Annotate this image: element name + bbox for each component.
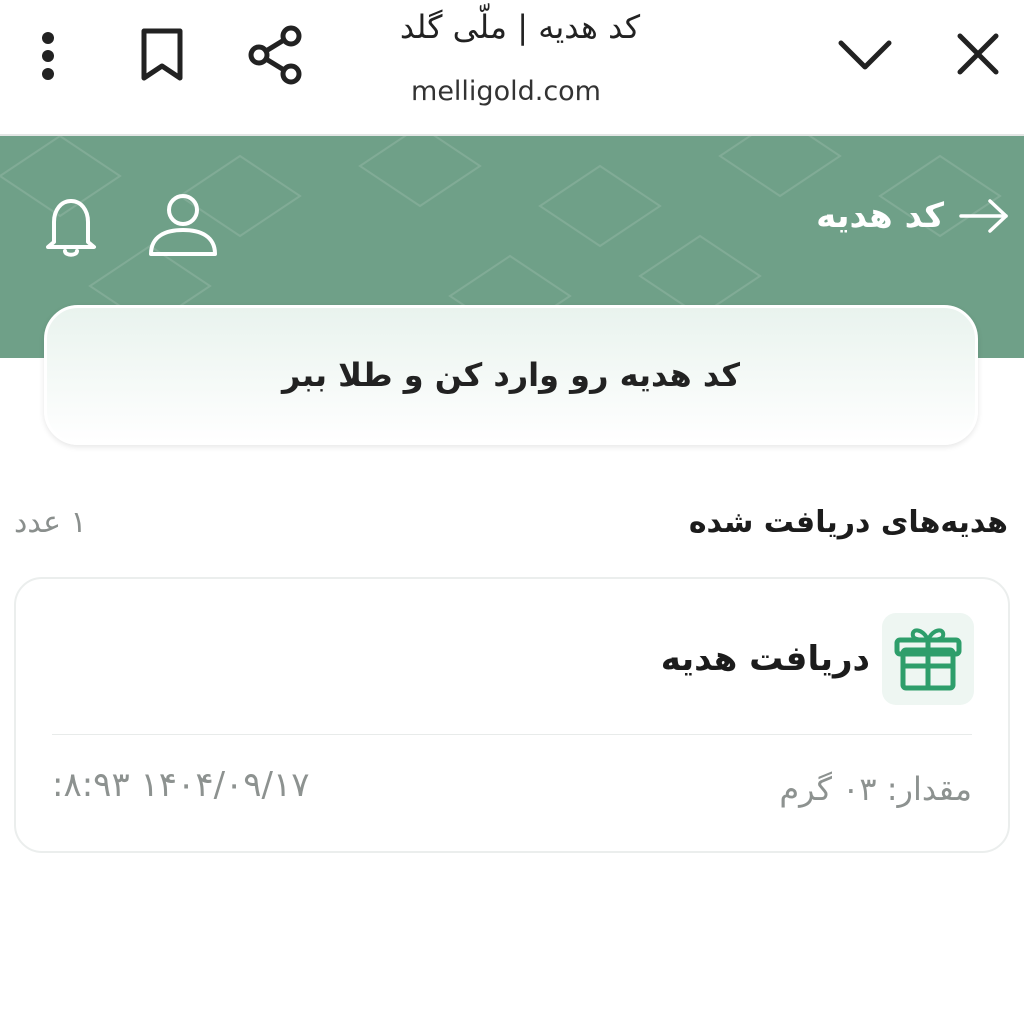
divider xyxy=(52,734,972,735)
gift-list-item[interactable]: دریافت هدیه مقدار: ۰۳ گرم ۱۴۰۴/۰۹/۱۷ ۸:۹… xyxy=(14,577,1010,853)
more-vert-icon[interactable] xyxy=(26,26,70,86)
bell-icon[interactable] xyxy=(44,194,98,264)
header-title: کد هدیه xyxy=(816,196,944,236)
user-icon[interactable] xyxy=(146,192,220,262)
gift-item-title: دریافت هدیه xyxy=(660,639,870,679)
received-gifts-count: ۱ عدد xyxy=(14,505,87,540)
page-title: کد هدیه | ملّی گلد xyxy=(399,8,641,46)
back-button[interactable]: کد هدیه xyxy=(816,196,1010,236)
page-url[interactable]: melligold.com xyxy=(300,76,712,107)
gift-code-card[interactable] xyxy=(44,305,978,445)
arrow-right-icon xyxy=(959,199,1008,233)
browser-toolbar: کد هدیه | ملّی گلد melligold.com xyxy=(0,0,1024,136)
gift-icon xyxy=(894,628,962,691)
close-icon[interactable] xyxy=(948,24,1008,84)
gift-code-input[interactable] xyxy=(79,355,943,395)
gift-amount: مقدار: ۰۳ گرم xyxy=(779,770,972,808)
gift-datetime: ۱۴۰۴/۰۹/۱۷ ۸:۹۳: xyxy=(52,765,310,805)
chevron-down-icon[interactable] xyxy=(834,30,896,80)
gift-icon-container xyxy=(882,613,974,705)
bookmark-icon[interactable] xyxy=(134,24,190,86)
received-gifts-title: هدیه‌های دریافت شده xyxy=(688,505,1008,540)
share-icon[interactable] xyxy=(244,22,306,88)
